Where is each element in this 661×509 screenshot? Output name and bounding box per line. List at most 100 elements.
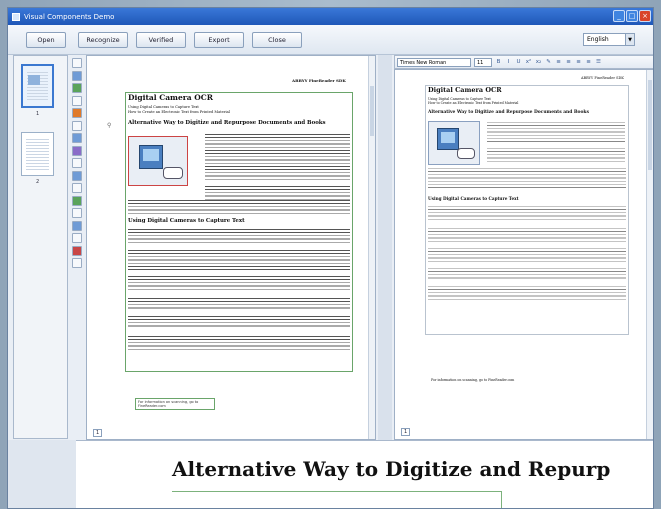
zoom-tool-icon[interactable] <box>72 133 82 143</box>
pane-splitter[interactable] <box>378 55 392 440</box>
eraser-tool-icon[interactable] <box>72 158 82 168</box>
list-icon[interactable]: ☰ <box>595 59 602 66</box>
recognized-text-pane[interactable]: ABBYY FineReader SDK Digital Camera OCR … <box>394 69 653 440</box>
paragraph-text <box>428 168 626 188</box>
bold-icon[interactable]: B <box>495 59 502 66</box>
pencil-tool-icon[interactable] <box>72 145 82 156</box>
paragraph-text <box>128 200 350 216</box>
justify-icon[interactable]: ≡ <box>585 59 592 66</box>
document-title: Digital Camera OCR <box>128 93 213 102</box>
hand-icon <box>457 148 475 159</box>
pointer-tool-icon[interactable] <box>72 120 82 131</box>
select-tool-icon[interactable] <box>72 58 82 68</box>
zoomed-text: Alternative Way to Digitize and Repurp <box>172 457 611 481</box>
thumbnail-label: 2 <box>36 179 40 185</box>
cut-area-tool-icon[interactable] <box>72 183 82 193</box>
delete-area-tool-icon[interactable] <box>72 245 82 256</box>
superscript-icon[interactable]: x² <box>525 59 532 66</box>
vertical-scrollbar[interactable] <box>368 56 375 439</box>
paragraph-text <box>128 250 350 270</box>
text-editor-panel: Times New Roman 11 B I U x² x₂ ✎ ≡ ≡ ≡ ≡… <box>394 55 653 440</box>
formatting-toolbar: Times New Roman 11 B I U x² x₂ ✎ ≡ ≡ ≡ ≡… <box>394 55 653 69</box>
main-toolbar: Open Recognize Verified Export Close Eng… <box>8 25 653 55</box>
close-window-button[interactable]: × <box>639 10 651 22</box>
thumbnail-label: 1 <box>36 111 40 117</box>
paragraph-text <box>428 286 626 300</box>
window-controls: _ □ × <box>613 10 651 22</box>
thumbnail-image <box>28 75 40 85</box>
open-button[interactable]: Open <box>26 32 66 48</box>
page-thumbnails-panel: 1 2 <box>13 55 68 439</box>
section-heading: Using Digital Cameras to Capture Text <box>428 196 519 201</box>
image-pane[interactable]: ABBYY FineReader SDK Digital Camera OCR … <box>86 55 376 440</box>
font-size-select[interactable]: 11 <box>474 57 492 67</box>
zoom-pane[interactable]: Alternative Way to Digitize and Repurp <box>76 440 653 508</box>
footer-note: For information on scanning, go to FineR… <box>431 378 515 382</box>
paragraph-text <box>428 228 626 242</box>
document-title: Digital Camera OCR <box>428 86 502 94</box>
font-family-select[interactable]: Times New Roman <box>397 57 471 67</box>
paragraph-text <box>128 276 350 292</box>
italic-icon[interactable]: I <box>505 59 512 66</box>
document-subtitle: How to Create an Electronic Text from Pr… <box>428 101 519 105</box>
section-heading: Alternative Way to Digitize and Repurpos… <box>128 120 326 126</box>
language-select[interactable]: English ▼ <box>583 33 635 46</box>
page-number-field[interactable]: 1 <box>93 429 103 437</box>
language-value: English <box>587 36 609 43</box>
paragraph-text <box>128 229 350 245</box>
barcode-area-tool-icon[interactable] <box>72 108 82 118</box>
document-subtitle: How to Create an Electronic Text from Pr… <box>128 110 230 114</box>
document-image[interactable] <box>128 136 188 186</box>
section-heading: Using Digital Cameras to Capture Text <box>128 218 245 224</box>
search-icon: ⚲ <box>107 122 112 129</box>
page-header: ABBYY FineReader SDK <box>581 76 624 80</box>
underline-icon[interactable]: U <box>515 59 522 66</box>
picture-area-tool-icon[interactable] <box>72 83 82 93</box>
paragraph-text <box>428 268 626 280</box>
align-right-icon[interactable]: ≡ <box>575 59 582 66</box>
table-area-tool-icon[interactable] <box>72 95 82 106</box>
verified-button[interactable]: Verified <box>136 32 186 48</box>
highlight-icon[interactable]: ✎ <box>545 59 552 66</box>
window-title: Visual Components Demo <box>24 12 115 21</box>
document-subtitle: Using Digital Cameras to Capture Text <box>128 105 199 109</box>
area-border-line <box>172 491 502 492</box>
maximize-button[interactable]: □ <box>626 10 638 22</box>
recognize-button[interactable]: Recognize <box>78 32 128 48</box>
close-button[interactable]: Close <box>252 32 302 48</box>
vertical-scrollbar[interactable] <box>646 70 653 439</box>
merge-tool-icon[interactable] <box>72 195 82 206</box>
order-tool-icon[interactable] <box>72 220 82 231</box>
app-window: Visual Components Demo _ □ × Open Recogn… <box>7 7 654 509</box>
align-center-icon[interactable]: ≡ <box>565 59 572 66</box>
area-tools-toolbar <box>72 58 84 271</box>
zoom-side-strip <box>8 440 76 508</box>
paragraph-text <box>205 186 350 200</box>
thumbnail-text-lines <box>26 139 49 171</box>
page-number-field[interactable]: 1 <box>401 428 411 436</box>
subscript-icon[interactable]: x₂ <box>535 59 542 66</box>
paragraph-text <box>128 316 350 328</box>
minimize-button[interactable]: _ <box>613 10 625 22</box>
footer-note: For information on scanning, go to FineR… <box>135 398 215 410</box>
add-area-tool-icon[interactable] <box>72 170 82 181</box>
document-image[interactable] <box>428 121 480 165</box>
paragraph-text <box>128 298 350 310</box>
export-button[interactable]: Export <box>194 32 244 48</box>
rotate-tool-icon[interactable] <box>72 233 82 243</box>
paragraph-text <box>487 122 625 144</box>
area-border-corner <box>501 491 502 508</box>
paragraph-text <box>128 336 350 352</box>
text-area-tool-icon[interactable] <box>72 70 82 81</box>
align-left-icon[interactable]: ≡ <box>555 59 562 66</box>
section-heading: Alternative Way to Digitize and Repurpos… <box>428 110 589 115</box>
paragraph-text <box>205 134 350 182</box>
split-tool-icon[interactable] <box>72 208 82 218</box>
page-thumbnail-1[interactable] <box>21 64 54 108</box>
page-thumbnail-2[interactable] <box>21 132 54 176</box>
properties-tool-icon[interactable] <box>72 258 82 268</box>
screen-icon <box>143 149 159 161</box>
hand-icon <box>163 167 183 179</box>
app-icon <box>12 12 20 21</box>
page-header: ABBYY FineReader SDK <box>292 78 346 83</box>
